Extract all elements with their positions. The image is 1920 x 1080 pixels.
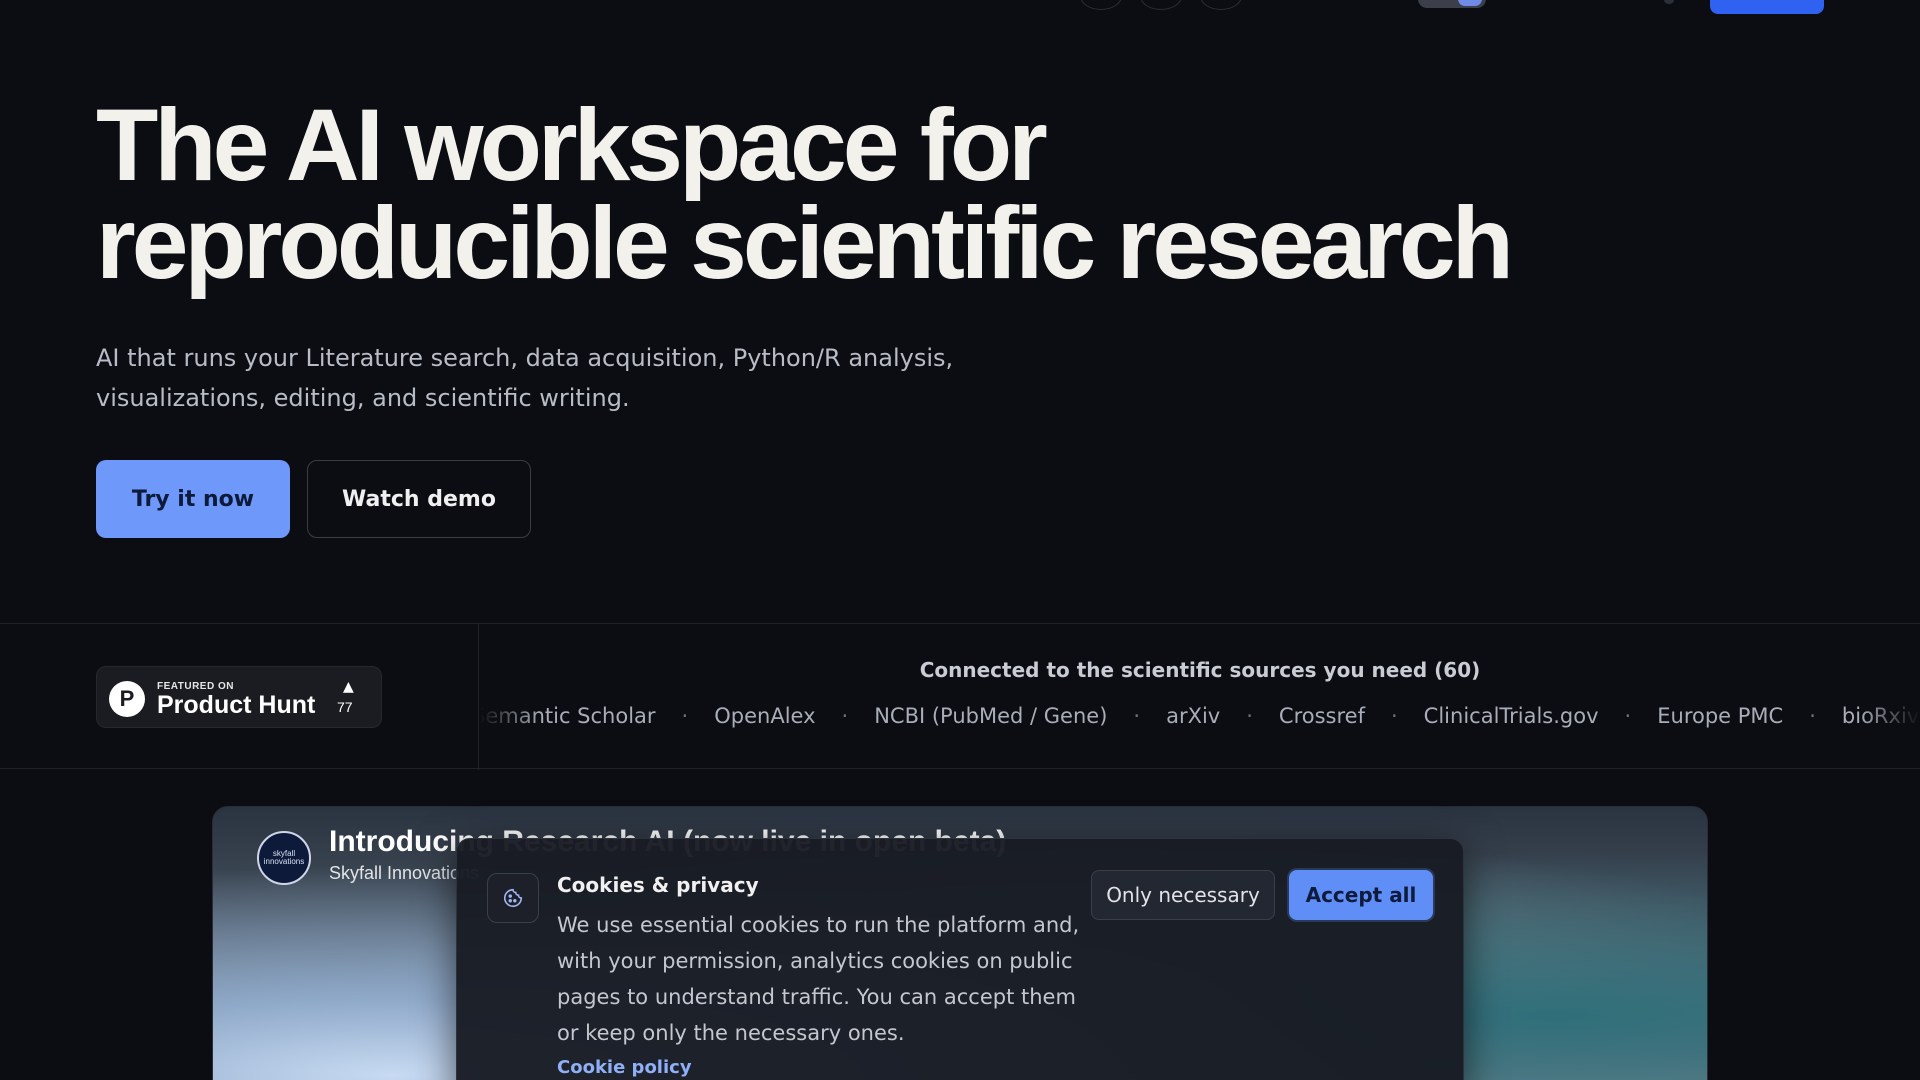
source-separator: · <box>1624 704 1632 728</box>
sources-strip: P FEATURED ON Product Hunt ▲ 77 Connecte… <box>0 623 1920 770</box>
watch-demo-button[interactable]: Watch demo <box>307 460 531 538</box>
fade-right <box>1860 704 1920 740</box>
upvote-arrow-icon: ▲ <box>343 679 354 695</box>
cookie-text: We use essential cookies to run the plat… <box>557 913 1080 1045</box>
product-hunt-badge[interactable]: P FEATURED ON Product Hunt ▲ 77 <box>96 666 382 728</box>
page: The AI workspace for reproducible scient… <box>0 0 1920 1080</box>
theme-toggle[interactable] <box>1418 0 1486 8</box>
strip-divider <box>478 624 479 770</box>
source-separator: · <box>1246 704 1253 728</box>
channel-avatar[interactable]: skyfall innovations <box>257 831 311 885</box>
hero-subtitle: AI that runs your Literature search, dat… <box>96 338 996 418</box>
nav-icon-button[interactable] <box>1080 0 1122 10</box>
upvote-count: 77 <box>337 699 353 715</box>
source-item: NCBI (PubMed / Gene) <box>874 704 1108 728</box>
hero-title-line-1: The AI workspace for <box>96 88 1048 202</box>
hero-title-line-2: reproducible scientific research <box>96 186 1514 300</box>
top-nav <box>0 0 1920 14</box>
nav-icon[interactable] <box>1664 0 1674 4</box>
product-hunt-name: Product Hunt <box>157 691 316 719</box>
cookie-dialog: Cookies & privacy We use essential cooki… <box>456 838 1464 1080</box>
cookie-policy-link[interactable]: Cookie policy <box>557 1057 692 1078</box>
hero-subtitle-line-2: visualizations, editing, and scientific … <box>96 384 630 412</box>
accept-all-button[interactable]: Accept all <box>1289 870 1433 920</box>
source-separator: · <box>1133 704 1141 728</box>
source-item: arXiv <box>1166 704 1221 728</box>
source-separator: · <box>681 704 689 728</box>
source-item: OpenAlex <box>714 704 816 728</box>
source-separator: · <box>1390 704 1398 728</box>
try-it-now-button[interactable]: Try it now <box>96 460 290 538</box>
source-separator: · <box>1809 704 1816 728</box>
source-separator: · <box>841 704 849 728</box>
fade-left <box>480 704 540 740</box>
source-item: Crossref <box>1278 704 1365 728</box>
nav-icon-button[interactable] <box>1200 0 1242 10</box>
source-item: Europe PMC <box>1657 704 1784 728</box>
sources-marquee: Semantic Scholar · OpenAlex · NCBI (PubMed /… <box>480 704 1920 740</box>
cookie-title: Cookies & privacy <box>557 873 759 897</box>
source-item: ClinicalTrials.gov <box>1423 704 1599 728</box>
nav-icon-button[interactable] <box>1140 0 1182 10</box>
sources-list: Semantic Scholar · OpenAlex · NCBI (PubMed /… <box>480 704 1920 728</box>
only-necessary-button[interactable]: Only necessary <box>1091 870 1275 920</box>
nav-cta-button[interactable] <box>1710 0 1824 14</box>
hero-title: The AI workspace for reproducible scient… <box>96 94 1596 294</box>
product-hunt-logo-icon: P <box>109 681 145 717</box>
sources-heading: Connected to the scientific sources you … <box>919 658 1481 682</box>
cookie-icon <box>487 873 539 923</box>
hero-subtitle-line-1: AI that runs your Literature search, dat… <box>96 344 954 372</box>
